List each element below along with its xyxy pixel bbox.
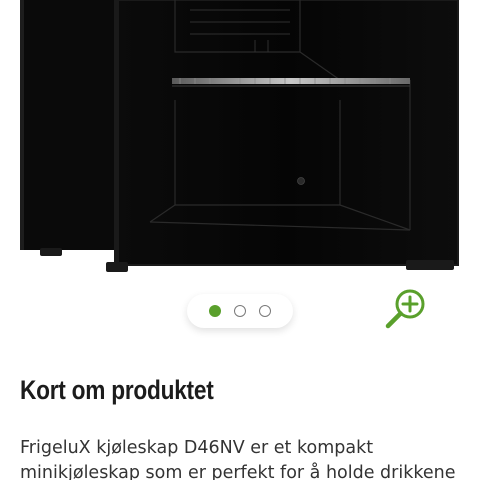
fridge-side xyxy=(20,0,118,250)
product-description: FrigeluX kjøleskap D46NV er et kompakt m… xyxy=(20,438,456,480)
product-image[interactable] xyxy=(0,0,480,282)
carousel-dot-3[interactable] xyxy=(259,305,271,317)
carousel-dot-1[interactable] xyxy=(209,305,221,317)
fridge-foot xyxy=(106,262,128,272)
carousel-pagination xyxy=(187,294,293,328)
zoom-button[interactable] xyxy=(381,285,429,333)
zoom-in-icon xyxy=(385,289,425,329)
fridge-foot xyxy=(40,248,62,256)
fridge-illustration xyxy=(20,0,459,272)
fridge-foot xyxy=(406,260,454,270)
carousel-dot-2[interactable] xyxy=(234,305,246,317)
fridge-shelf xyxy=(172,78,410,84)
section-title: Kort om produktet xyxy=(20,375,214,405)
fridge-door xyxy=(118,0,458,265)
product-page: Kort om produktet FrigeluX kjøleskap D46… xyxy=(0,0,480,480)
